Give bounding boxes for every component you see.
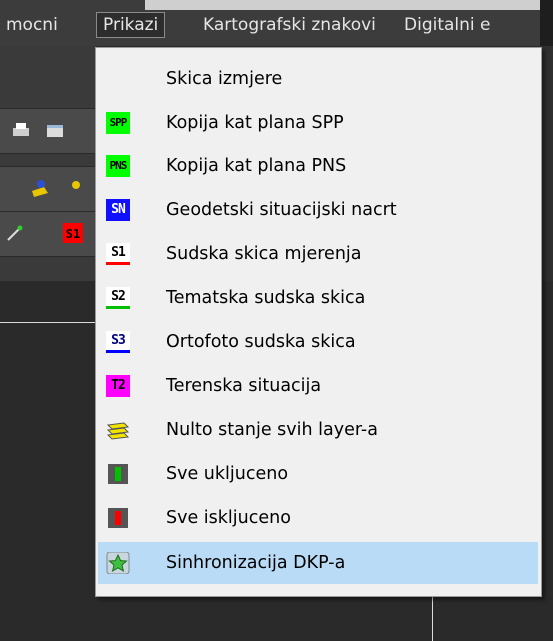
menu-item-sinhronizacija-dkp[interactable]: Sinhronizacija DKP-a	[98, 542, 538, 584]
menu-item-ortofoto-sudska-skica[interactable]: S3 Ortofoto sudska skica	[98, 321, 538, 363]
svg-text:S1: S1	[66, 227, 80, 241]
menu-item-sve-iskljuceno[interactable]: Sve iskljuceno	[98, 497, 538, 539]
s1-toolbar-icon[interactable]: S1	[62, 222, 84, 244]
menu-item-label: Nulto stanje svih layer-a	[166, 420, 378, 440]
menubar-item-digitalni[interactable]: Digitalni e	[404, 13, 491, 37]
menu-item-tematska-sudska-skica[interactable]: S2 Tematska sudska skica	[98, 277, 538, 319]
window-icon[interactable]	[44, 120, 66, 142]
toolbar-row-1	[0, 108, 96, 154]
pick-tool-icon[interactable]	[4, 222, 26, 244]
menubar-item-pomocni[interactable]: mocni	[6, 13, 58, 37]
menu-item-kopija-pns[interactable]: PNS Kopija kat plana PNS	[98, 145, 538, 187]
layers-icon	[106, 422, 130, 440]
menubar-item-kartografski-znakovi[interactable]: Kartografski znakovi	[203, 13, 376, 37]
point-marker-icon[interactable]	[30, 177, 52, 199]
pns-icon: PNS	[106, 155, 130, 177]
sn-icon: SN	[106, 199, 130, 221]
menu-item-label: Sudska skica mjerenja	[166, 244, 362, 264]
toolbar-row-2	[0, 166, 96, 212]
menu-item-label: Terenska situacija	[166, 376, 322, 396]
title-strip	[145, 0, 545, 10]
menu-item-label: Skica izmjere	[166, 69, 283, 89]
menu-item-label: Tematska sudska skica	[166, 288, 366, 308]
toolbar-area: S1	[0, 46, 96, 281]
menubar-item-prikazi[interactable]: Prikazi	[96, 12, 166, 38]
all-off-icon	[108, 508, 128, 528]
spp-icon: SPP	[106, 112, 130, 134]
print-icon[interactable]	[10, 120, 32, 142]
point-marker-2-icon[interactable]	[68, 177, 90, 199]
menu-item-sudska-skica-mjerenja[interactable]: S1 Sudska skica mjerenja	[98, 233, 538, 275]
canvas-line	[432, 595, 433, 641]
menu-item-nulto-stanje[interactable]: Nulto stanje svih layer-a	[98, 409, 538, 451]
sync-star-icon	[106, 552, 130, 574]
menu-item-geodetski-situacijski-nacrt[interactable]: SN Geodetski situacijski nacrt	[98, 189, 538, 231]
menu-item-skica-izmjere[interactable]: Skica izmjere	[98, 58, 538, 100]
menu-item-label: Geodetski situacijski nacrt	[166, 200, 397, 220]
menu-item-label: Sinhronizacija DKP-a	[166, 553, 346, 573]
toolbar-row-3: S1	[0, 211, 96, 257]
s2-icon: S2	[106, 287, 130, 309]
title-strip-edge	[540, 0, 553, 46]
s1-icon: S1	[106, 243, 130, 265]
t2-icon: T2	[106, 375, 130, 397]
menu-item-label: Kopija kat plana SPP	[166, 113, 344, 133]
menu-item-sve-ukljuceno[interactable]: Sve ukljuceno	[98, 453, 538, 495]
menu-item-label: Sve ukljuceno	[166, 464, 289, 484]
menu-bar: mocni Prikazi Kartografski znakovi Digit…	[0, 0, 553, 46]
menu-item-label: Ortofoto sudska skica	[166, 332, 356, 352]
prikazi-dropdown-menu: Skica izmjere SPP Kopija kat plana SPP P…	[95, 47, 542, 597]
all-on-icon	[108, 464, 128, 484]
canvas-line	[0, 322, 96, 323]
menu-item-kopija-spp[interactable]: SPP Kopija kat plana SPP	[98, 102, 538, 144]
menu-item-label: Sve iskljuceno	[166, 508, 291, 528]
menu-item-terenska-situacija[interactable]: T2 Terenska situacija	[98, 365, 538, 407]
menu-item-label: Kopija kat plana PNS	[166, 156, 347, 176]
s3-icon: S3	[106, 331, 130, 353]
